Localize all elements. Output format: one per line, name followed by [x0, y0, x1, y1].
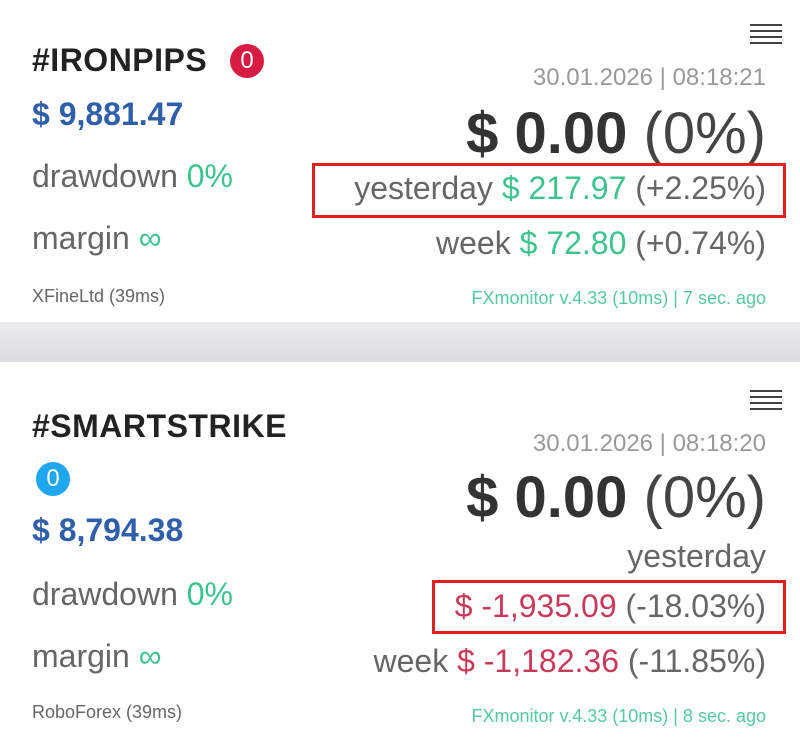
margin-label: margin	[32, 220, 130, 256]
notification-badge: 0	[230, 44, 264, 78]
yesterday-percent: (-18.03%)	[625, 588, 767, 624]
monitor-footer: FXmonitor v.4.33 (10ms) | 7 sec. ago	[471, 288, 766, 308]
account-card-ironpips[interactable]: #IRONPIPS 0 $ 9,881.47 drawdown 0% margi…	[0, 0, 800, 322]
week-percent: (-11.85%)	[627, 643, 766, 679]
timestamp: 30.01.2026 | 08:18:21	[532, 64, 766, 91]
notification-badge: 0	[36, 462, 70, 496]
account-card-smartstrike[interactable]: #SMARTSTRIKE 0 $ 8,794.38 drawdown 0% ma…	[0, 362, 800, 737]
week-line: week $ 72.80 (+0.74%)	[436, 225, 766, 262]
account-name: #SMARTSTRIKE	[32, 408, 287, 444]
drawdown-label: drawdown	[32, 158, 178, 194]
menu-icon[interactable]	[750, 390, 782, 410]
broker-info: XFineLtd (39ms)	[32, 286, 166, 306]
week-line: week $ -1,182.36 (-11.85%)	[373, 643, 766, 680]
margin-stat: margin ∞	[32, 638, 162, 675]
menu-icon[interactable]	[750, 24, 782, 44]
drawdown-stat: drawdown 0%	[32, 158, 233, 195]
margin-value: ∞	[138, 638, 162, 674]
profit-percent: (0%)	[643, 465, 766, 530]
yesterday-amount: $ 217.97	[501, 170, 627, 206]
broker-info: RoboForex (39ms)	[32, 702, 183, 722]
profit-percent: (0%)	[643, 101, 766, 166]
account-balance: $ 9,881.47	[32, 96, 184, 132]
yesterday-line: yesterday $ 217.97 (+2.25%)	[354, 170, 766, 207]
yesterday-amount: $ -1,935.09	[454, 588, 617, 624]
profit-amount: $ 0.00	[466, 465, 628, 530]
week-amount: $ -1,182.36	[457, 643, 619, 679]
week-amount: $ 72.80	[519, 225, 627, 261]
account-balance: $ 8,794.38	[32, 512, 184, 548]
margin-value: ∞	[138, 220, 162, 256]
week-label: week	[436, 225, 511, 261]
card-separator	[0, 322, 800, 362]
drawdown-label: drawdown	[32, 576, 178, 612]
yesterday-label: yesterday	[627, 538, 766, 574]
margin-label: margin	[32, 638, 130, 674]
drawdown-value: 0%	[186, 576, 233, 612]
drawdown-value: 0%	[186, 158, 233, 194]
yesterday-line: $ -1,935.09 (-18.03%)	[455, 588, 766, 625]
margin-stat: margin ∞	[32, 220, 162, 257]
profit-amount: $ 0.00	[466, 101, 628, 166]
daily-profit: $ 0.00 (0%)	[466, 100, 766, 167]
drawdown-stat: drawdown 0%	[32, 576, 233, 613]
monitor-footer: FXmonitor v.4.33 (10ms) | 8 sec. ago	[471, 706, 766, 726]
timestamp: 30.01.2026 | 08:18:20	[532, 430, 766, 457]
daily-profit: $ 0.00 (0%)	[466, 464, 766, 531]
yesterday-label: yesterday	[354, 170, 493, 206]
account-name: #IRONPIPS	[32, 42, 208, 78]
yesterday-percent: (+2.25%)	[635, 170, 766, 206]
week-label: week	[373, 643, 449, 679]
week-percent: (+0.74%)	[635, 225, 766, 261]
